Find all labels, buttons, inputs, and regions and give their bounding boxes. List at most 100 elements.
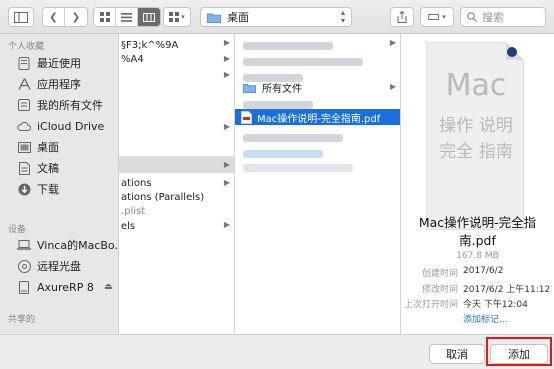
file-title-line-2: 南.pdf xyxy=(459,233,496,248)
sidebar-item-label: 最近使用 xyxy=(37,57,81,70)
arrange-button[interactable]: ▾ xyxy=(163,7,191,27)
tags-button[interactable]: ▾ xyxy=(420,7,454,27)
chevron-right-icon: ▶ xyxy=(223,160,230,169)
file-title: Mac操作说明-完全指 南.pdf xyxy=(401,214,554,250)
sidebar-item-icloud-drive[interactable]: iCloud Drive xyxy=(0,117,119,135)
meta-value: 2017/6/2 xyxy=(463,266,504,276)
list-item-blurred[interactable] xyxy=(235,53,400,70)
file-name: ations xyxy=(121,178,152,189)
nav-buttons: ❮ ❯ xyxy=(42,7,88,27)
forward-button[interactable]: ❯ xyxy=(65,8,87,26)
desktop-icon xyxy=(17,140,31,154)
disc-icon xyxy=(17,259,31,273)
chevron-right-icon: ▶ xyxy=(389,38,396,47)
icon-view-button[interactable] xyxy=(94,8,116,26)
share-button[interactable] xyxy=(390,7,414,27)
list-item[interactable]: els xyxy=(119,218,234,235)
search-field[interactable]: 搜索 xyxy=(460,7,546,27)
folder-icon xyxy=(243,83,256,93)
sidebar-item-all-files[interactable]: 我的所有文件 xyxy=(0,96,119,114)
chevron-down-icon: ▾ xyxy=(181,13,185,21)
badge-icon xyxy=(507,47,517,57)
file-name: ations (Parallels) xyxy=(121,192,205,203)
meta-row-last-opened: 上次打开时间 今天 下午12:04 xyxy=(401,297,554,310)
shared-header: 共享的 xyxy=(8,315,36,325)
view-mode-segment xyxy=(93,7,161,27)
sidebar-item-label: 我的所有文件 xyxy=(37,99,103,112)
document-icon xyxy=(17,161,31,175)
sidebar-item-downloads[interactable]: 下载 xyxy=(0,180,119,198)
all-files-icon xyxy=(17,98,31,112)
download-icon xyxy=(17,182,31,196)
file-name: %A4 xyxy=(121,54,144,65)
column-view-button[interactable] xyxy=(138,8,160,26)
document-thumbnail: Mac 操作 说明 完全 指南 xyxy=(426,42,524,230)
list-item-blurred[interactable] xyxy=(235,129,400,146)
browser-column-1: §F3;k^%9A %A4 ations ations (Parallels) … xyxy=(119,34,235,334)
meta-row-tags: 添加标记... xyxy=(401,312,554,325)
devices-header: 设备 xyxy=(8,225,27,235)
list-item[interactable]: %A4 xyxy=(119,51,234,68)
cancel-button[interactable]: 取消 xyxy=(429,344,485,364)
file-title-line-1: Mac操作说明-完全指 xyxy=(418,215,537,230)
list-item-blurred[interactable] xyxy=(235,159,400,176)
thumbnail-title: Mac xyxy=(445,68,507,103)
applications-icon xyxy=(17,77,31,91)
file-size: 167.8 MB xyxy=(456,251,499,261)
list-view-button[interactable] xyxy=(116,8,138,26)
sidebar-item-label: 桌面 xyxy=(37,141,59,154)
list-item-selected[interactable] xyxy=(119,156,234,173)
chevron-right-icon: ▶ xyxy=(223,38,230,47)
sidebar-item-label: Vinca的MacBo... xyxy=(37,239,119,252)
preview-pane: Mac 操作 说明 完全 指南 Mac操作说明-完全指 南.pdf 167.8 … xyxy=(401,34,554,334)
favorites-header: 个人收藏 xyxy=(8,42,45,52)
highlight-box xyxy=(486,337,552,366)
sidebar-item-label: iCloud Drive xyxy=(37,119,105,133)
file-name: 所有文件 xyxy=(262,84,302,95)
eject-icon[interactable]: ⏏ xyxy=(104,282,113,292)
sidebar-item-label: 文稿 xyxy=(37,162,59,175)
recents-icon xyxy=(17,56,31,70)
sidebar-icon xyxy=(14,11,28,23)
meta-row-modified: 修改时间 2017/6/2 上午11:12 xyxy=(401,282,554,295)
file-name: Mac操作说明-完全指南.pdf xyxy=(257,113,381,125)
path-label: 桌面 xyxy=(227,11,249,24)
thumbnail-line-1: 操作 说明 xyxy=(439,116,513,136)
sidebar-item-macbook[interactable]: Vinca的MacBo... xyxy=(0,236,119,254)
sidebar-toggle-button[interactable] xyxy=(8,7,34,27)
arrange-grid-icon xyxy=(169,12,180,22)
meta-value: 今天 下午12:04 xyxy=(463,300,528,310)
path-popup[interactable]: 桌面 ▴ ▾ xyxy=(200,7,352,27)
toolbar: ❮ ❯ ▾ 桌面 ▴ ▾ ▾ 搜索 xyxy=(0,0,554,34)
thumbnail-line-2: 完全 指南 xyxy=(439,142,513,162)
sidebar-item-desktop[interactable]: 桌面 xyxy=(0,138,119,156)
chevron-right-icon: ▶ xyxy=(389,82,396,91)
sidebar-item-label: AxureRP 8 xyxy=(37,280,94,294)
back-button[interactable]: ❮ xyxy=(43,8,65,26)
blurred-text xyxy=(243,57,363,66)
search-placeholder: 搜索 xyxy=(482,11,504,24)
chevron-right-icon: ▶ xyxy=(223,178,230,187)
cloud-icon xyxy=(17,119,31,133)
blurred-text xyxy=(243,100,313,109)
browser-column-2: 所有文件 Mac操作说明-完全指南.pdf ▶ ▶ xyxy=(235,34,401,334)
list-item-selected[interactable]: Mac操作说明-完全指南.pdf xyxy=(235,109,400,125)
file-name: els xyxy=(121,221,136,232)
sidebar-item-axurerp[interactable]: AxureRP 8 ⏏ xyxy=(0,278,119,296)
chevron-right-icon: ▶ xyxy=(223,220,230,229)
list-item-blurred[interactable] xyxy=(235,37,400,54)
drive-icon xyxy=(17,280,31,294)
search-icon xyxy=(467,12,477,22)
sidebar-item-remote-disc[interactable]: 远程光盘 xyxy=(0,257,119,275)
sidebar-item-applications[interactable]: 应用程序 xyxy=(0,75,119,93)
blurred-text xyxy=(243,133,343,142)
folder-icon xyxy=(207,13,221,23)
sidebar-item-documents[interactable]: 文稿 xyxy=(0,159,119,177)
sidebar-item-label: 下载 xyxy=(37,183,59,196)
list-item[interactable]: 所有文件 xyxy=(235,79,400,96)
meta-key: 修改时间 xyxy=(421,285,458,295)
sidebar-item-recents[interactable]: 最近使用 xyxy=(0,54,119,72)
chevron-right-icon: ❯ xyxy=(71,11,81,23)
pdf-file-icon xyxy=(241,110,252,124)
add-tags-link[interactable]: 添加标记... xyxy=(463,312,508,325)
